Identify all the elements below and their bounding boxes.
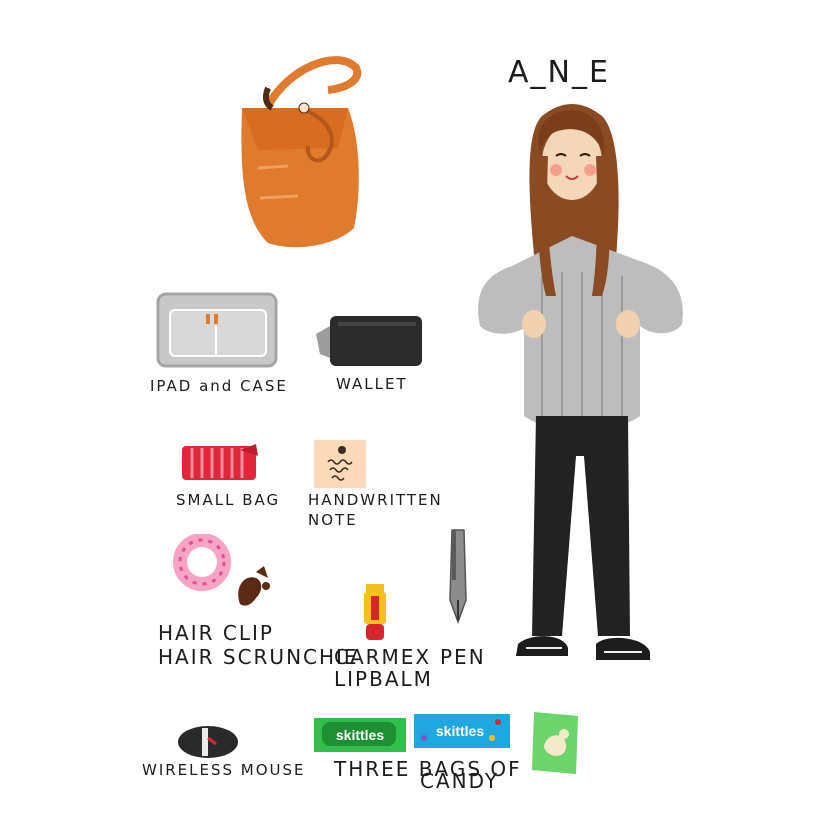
small-bag-label: SMALL BAG — [176, 491, 281, 509]
wireless-mouse-icon — [176, 722, 240, 762]
wallet-icon — [312, 310, 424, 370]
small-bag-icon — [180, 440, 260, 484]
green-candy-pack-icon — [528, 708, 584, 778]
skittles-green-bag-icon: skittles — [312, 714, 408, 756]
handwritten-note-icon — [312, 438, 368, 490]
orange-backpack-icon — [228, 48, 368, 253]
illustration-canvas: A_N_E IPAD and CASE WALLET SMALL BAG HAN… — [0, 0, 822, 822]
ipad-label: IPAD and CASE — [150, 377, 288, 395]
carmex-label-line2: LIPBALM — [334, 667, 433, 691]
wallet-label: WALLET — [336, 375, 408, 393]
skittles-brand-1: skittles — [336, 727, 384, 743]
hair-label-line2: HAIR SCRUNCHIE — [158, 645, 359, 669]
note-label-line1: HANDWRITTEN — [308, 491, 443, 509]
skittles-brand-2: skittles — [436, 723, 484, 739]
mouse-label: WIRELESS MOUSE — [142, 761, 306, 779]
character-name-title: A_N_E — [508, 55, 610, 90]
hair-label-line1: HAIR CLIP — [158, 621, 274, 645]
hair-clip-icon — [230, 564, 278, 616]
note-label-line2: NOTE — [308, 511, 358, 529]
carmex-lipbalm-icon — [360, 582, 390, 644]
character-illustration — [472, 96, 692, 686]
pen-icon — [444, 526, 474, 626]
skittles-blue-bag-icon: skittles — [412, 710, 512, 752]
carmex-label-line1: CARMEX — [334, 645, 432, 669]
candy-label-line2: CANDY — [420, 769, 500, 793]
ipad-case-icon — [156, 290, 280, 370]
